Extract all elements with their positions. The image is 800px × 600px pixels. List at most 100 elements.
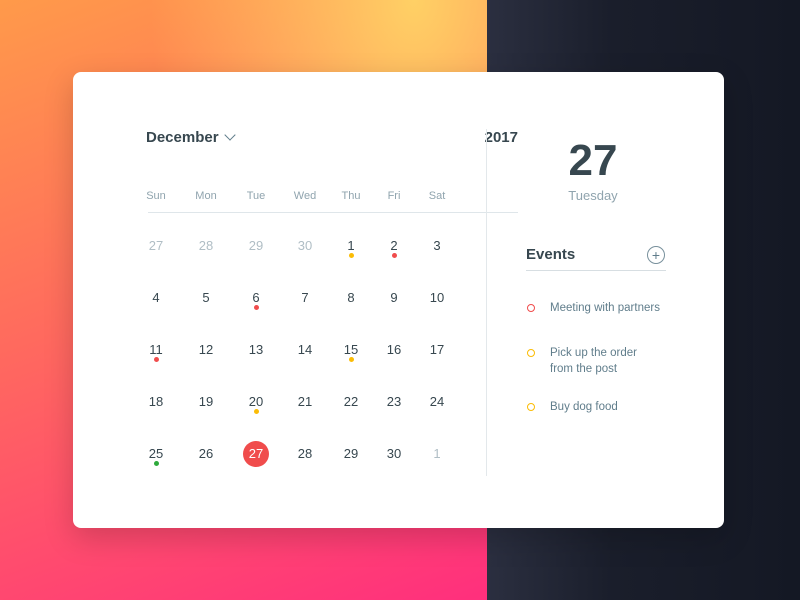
- month-label: December: [146, 129, 219, 146]
- day-number: 23: [386, 394, 402, 409]
- day-number: 25: [148, 446, 164, 461]
- day-number: 15: [343, 342, 359, 357]
- vertical-divider: [486, 129, 487, 476]
- add-event-button[interactable]: +: [647, 246, 665, 264]
- event-dot-icon: [253, 409, 259, 414]
- day-cell[interactable]: 22: [336, 387, 366, 417]
- selected-weekday: Tuesday: [568, 188, 618, 203]
- day-cell[interactable]: 1: [422, 439, 452, 469]
- weekday-label: Sat: [428, 190, 446, 202]
- event-title: Buy dog food: [550, 401, 618, 413]
- day-cell[interactable]: 30: [379, 439, 409, 469]
- day-number: 14: [297, 342, 313, 357]
- day-cell[interactable]: 10: [422, 283, 452, 313]
- day-cell[interactable]: 21: [290, 387, 320, 417]
- event-title: Pick up the order from the post: [550, 347, 637, 375]
- month-calendar: December 2017 Sun Mon Tue Wed Thu Fri Sat 27 28…: [146, 72, 518, 528]
- events-heading: Events: [526, 246, 576, 263]
- day-number: 9: [390, 290, 398, 305]
- day-number: 1: [433, 446, 441, 461]
- day-number: 27: [148, 238, 164, 253]
- day-cell[interactable]: 27: [141, 231, 171, 261]
- selected-day-number: 27: [568, 136, 618, 185]
- event-dot-icon: [153, 461, 159, 466]
- day-cell[interactable]: 2: [379, 231, 409, 261]
- day-number: 18: [148, 394, 164, 409]
- weekday-label: Fri: [387, 190, 401, 202]
- event-dot-icon: [348, 253, 354, 258]
- day-number: 16: [386, 342, 402, 357]
- day-cell-selected[interactable]: 27: [243, 441, 269, 467]
- day-number: 2: [390, 238, 398, 253]
- day-cell[interactable]: 26: [191, 439, 221, 469]
- weekday-label: Mon: [195, 190, 217, 202]
- day-number: 5: [202, 290, 210, 305]
- event-dot-icon: [253, 305, 259, 310]
- day-number: 4: [152, 290, 160, 305]
- day-cell[interactable]: 6: [241, 283, 271, 313]
- day-number: 6: [252, 290, 260, 305]
- events-divider: [526, 270, 666, 271]
- day-number: 22: [343, 394, 359, 409]
- day-number: 26: [198, 446, 214, 461]
- day-cell[interactable]: 9: [379, 283, 409, 313]
- side-panel: 27 Tuesday Events + Meeting with partner…: [526, 72, 666, 528]
- day-cell[interactable]: 28: [290, 439, 320, 469]
- day-cell[interactable]: 5: [191, 283, 221, 313]
- day-cell[interactable]: 30: [290, 231, 320, 261]
- day-cell[interactable]: 17: [422, 335, 452, 365]
- day-cell[interactable]: 29: [241, 231, 271, 261]
- weekday-divider: [148, 212, 518, 213]
- day-number: 10: [429, 290, 445, 305]
- chevron-down-icon: [223, 129, 236, 141]
- day-number: 17: [429, 342, 445, 357]
- day-cell[interactable]: 3: [422, 231, 452, 261]
- day-cell[interactable]: 4: [141, 283, 171, 313]
- month-selector[interactable]: December: [146, 129, 236, 146]
- event-dot-icon: [391, 253, 397, 258]
- day-number: 24: [429, 394, 445, 409]
- day-number: 20: [248, 394, 264, 409]
- day-cell[interactable]: 23: [379, 387, 409, 417]
- day-cell[interactable]: 19: [191, 387, 221, 417]
- day-number: 11: [149, 342, 163, 357]
- day-cell[interactable]: 18: [141, 387, 171, 417]
- day-cell[interactable]: 24: [422, 387, 452, 417]
- event-dot-icon: [348, 357, 354, 362]
- day-number: 27: [248, 446, 264, 461]
- day-cell[interactable]: 13: [241, 335, 271, 365]
- event-dot-icon: [153, 357, 159, 362]
- day-number: 1: [347, 238, 355, 253]
- day-cell[interactable]: 7: [290, 283, 320, 313]
- month-header: December 2017: [146, 129, 518, 149]
- weekday-label: Tue: [246, 190, 266, 202]
- day-cell[interactable]: 8: [336, 283, 366, 313]
- day-cell[interactable]: 11: [141, 335, 171, 365]
- day-cell[interactable]: 28: [191, 231, 221, 261]
- day-number: 29: [343, 446, 359, 461]
- day-number: 30: [297, 238, 313, 253]
- day-cell[interactable]: 20: [241, 387, 271, 417]
- weekday-label: Thu: [341, 190, 361, 202]
- weekday-label: Sun: [146, 190, 166, 202]
- day-cell[interactable]: 12: [191, 335, 221, 365]
- day-cell[interactable]: 15: [336, 335, 366, 365]
- day-number: 13: [248, 342, 264, 357]
- event-status-icon: [527, 349, 535, 357]
- plus-icon: +: [651, 247, 661, 263]
- weekday-label: Wed: [293, 190, 317, 202]
- calendar-card: December 2017 Sun Mon Tue Wed Thu Fri Sat 27 28…: [73, 72, 724, 528]
- day-cell[interactable]: 14: [290, 335, 320, 365]
- day-cell[interactable]: 25: [141, 439, 171, 469]
- day-number: 12: [198, 342, 214, 357]
- day-cell[interactable]: 16: [379, 335, 409, 365]
- day-number: 28: [198, 238, 214, 253]
- event-status-icon: [527, 304, 535, 312]
- event-status-icon: [527, 403, 535, 411]
- day-number: 3: [433, 238, 441, 253]
- day-cell[interactable]: 29: [336, 439, 366, 469]
- day-cell[interactable]: 1: [336, 231, 366, 261]
- day-number: 30: [386, 446, 402, 461]
- day-number: 7: [301, 290, 309, 305]
- day-number: 19: [198, 394, 214, 409]
